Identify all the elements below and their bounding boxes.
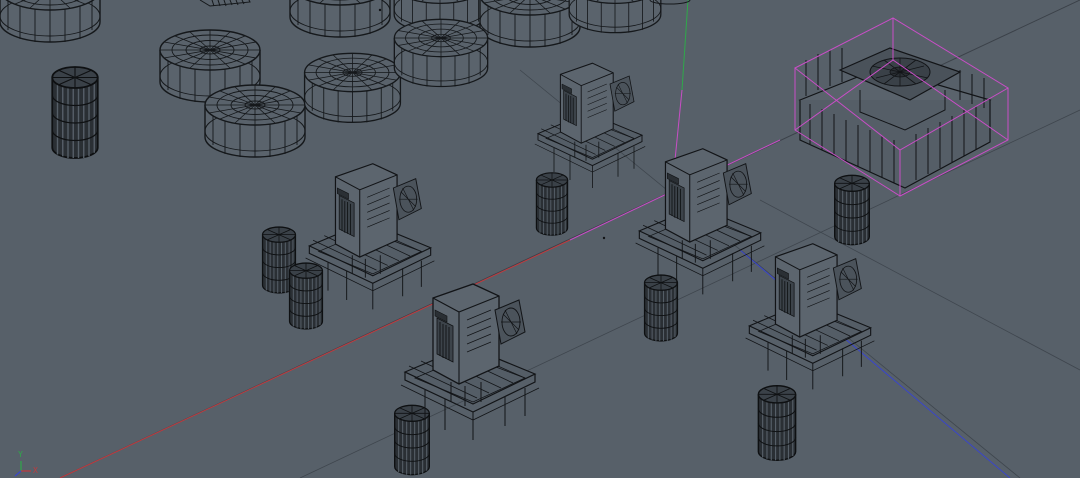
3d-viewport[interactable]: Y X [0,0,1080,478]
partial-spools-row [0,0,691,48]
scene-canvas[interactable] [0,0,1080,478]
fan-heatsink-assembly[interactable] [794,17,1009,197]
big-spools [159,18,489,158]
gizmo-x-label: X [33,466,38,475]
axis-gizmo-icon [14,461,31,477]
pivot-dot [602,236,606,240]
y-axis-line [681,0,689,91]
relay-modules [304,62,876,440]
gizmo-y-label: Y [18,450,23,459]
pivot-dot [378,8,382,12]
coil-cylinders [51,66,871,476]
